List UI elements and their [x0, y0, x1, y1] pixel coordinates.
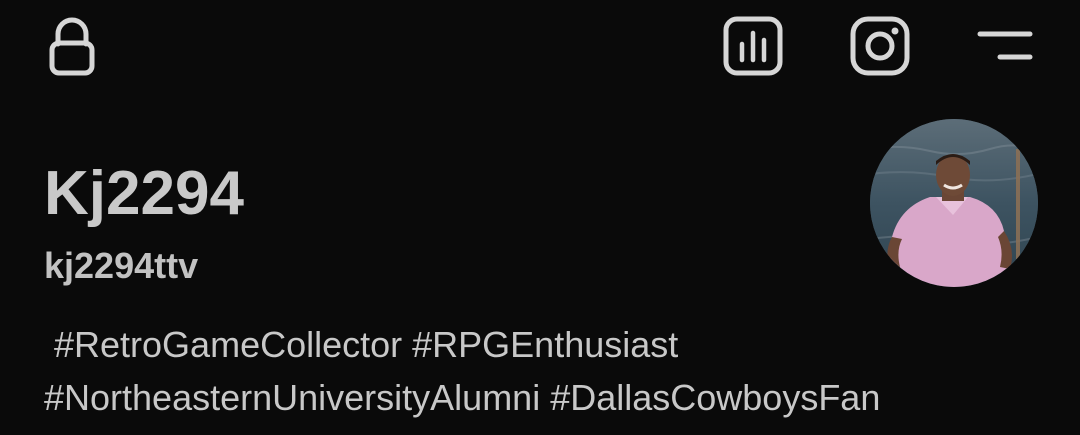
profile-display-name: Kj2294	[44, 159, 244, 228]
instagram-icon[interactable]	[848, 16, 912, 78]
profile-username[interactable]: kj2294ttv	[44, 243, 198, 289]
profile-bio: #RetroGameCollector #RPGEnthusiast #Nort…	[44, 318, 1034, 424]
profile-header-bar	[0, 0, 1080, 110]
lock-icon[interactable]	[44, 14, 100, 78]
avatar[interactable]	[870, 119, 1038, 287]
menu-icon[interactable]	[976, 28, 1036, 64]
avatar-photo	[870, 119, 1038, 287]
bio-line: #RetroGameCollector #RPGEnthusiast	[44, 324, 679, 365]
insights-icon[interactable]	[722, 16, 786, 78]
bio-line: #NortheasternUniversityAlumni #DallasCow…	[44, 377, 881, 418]
